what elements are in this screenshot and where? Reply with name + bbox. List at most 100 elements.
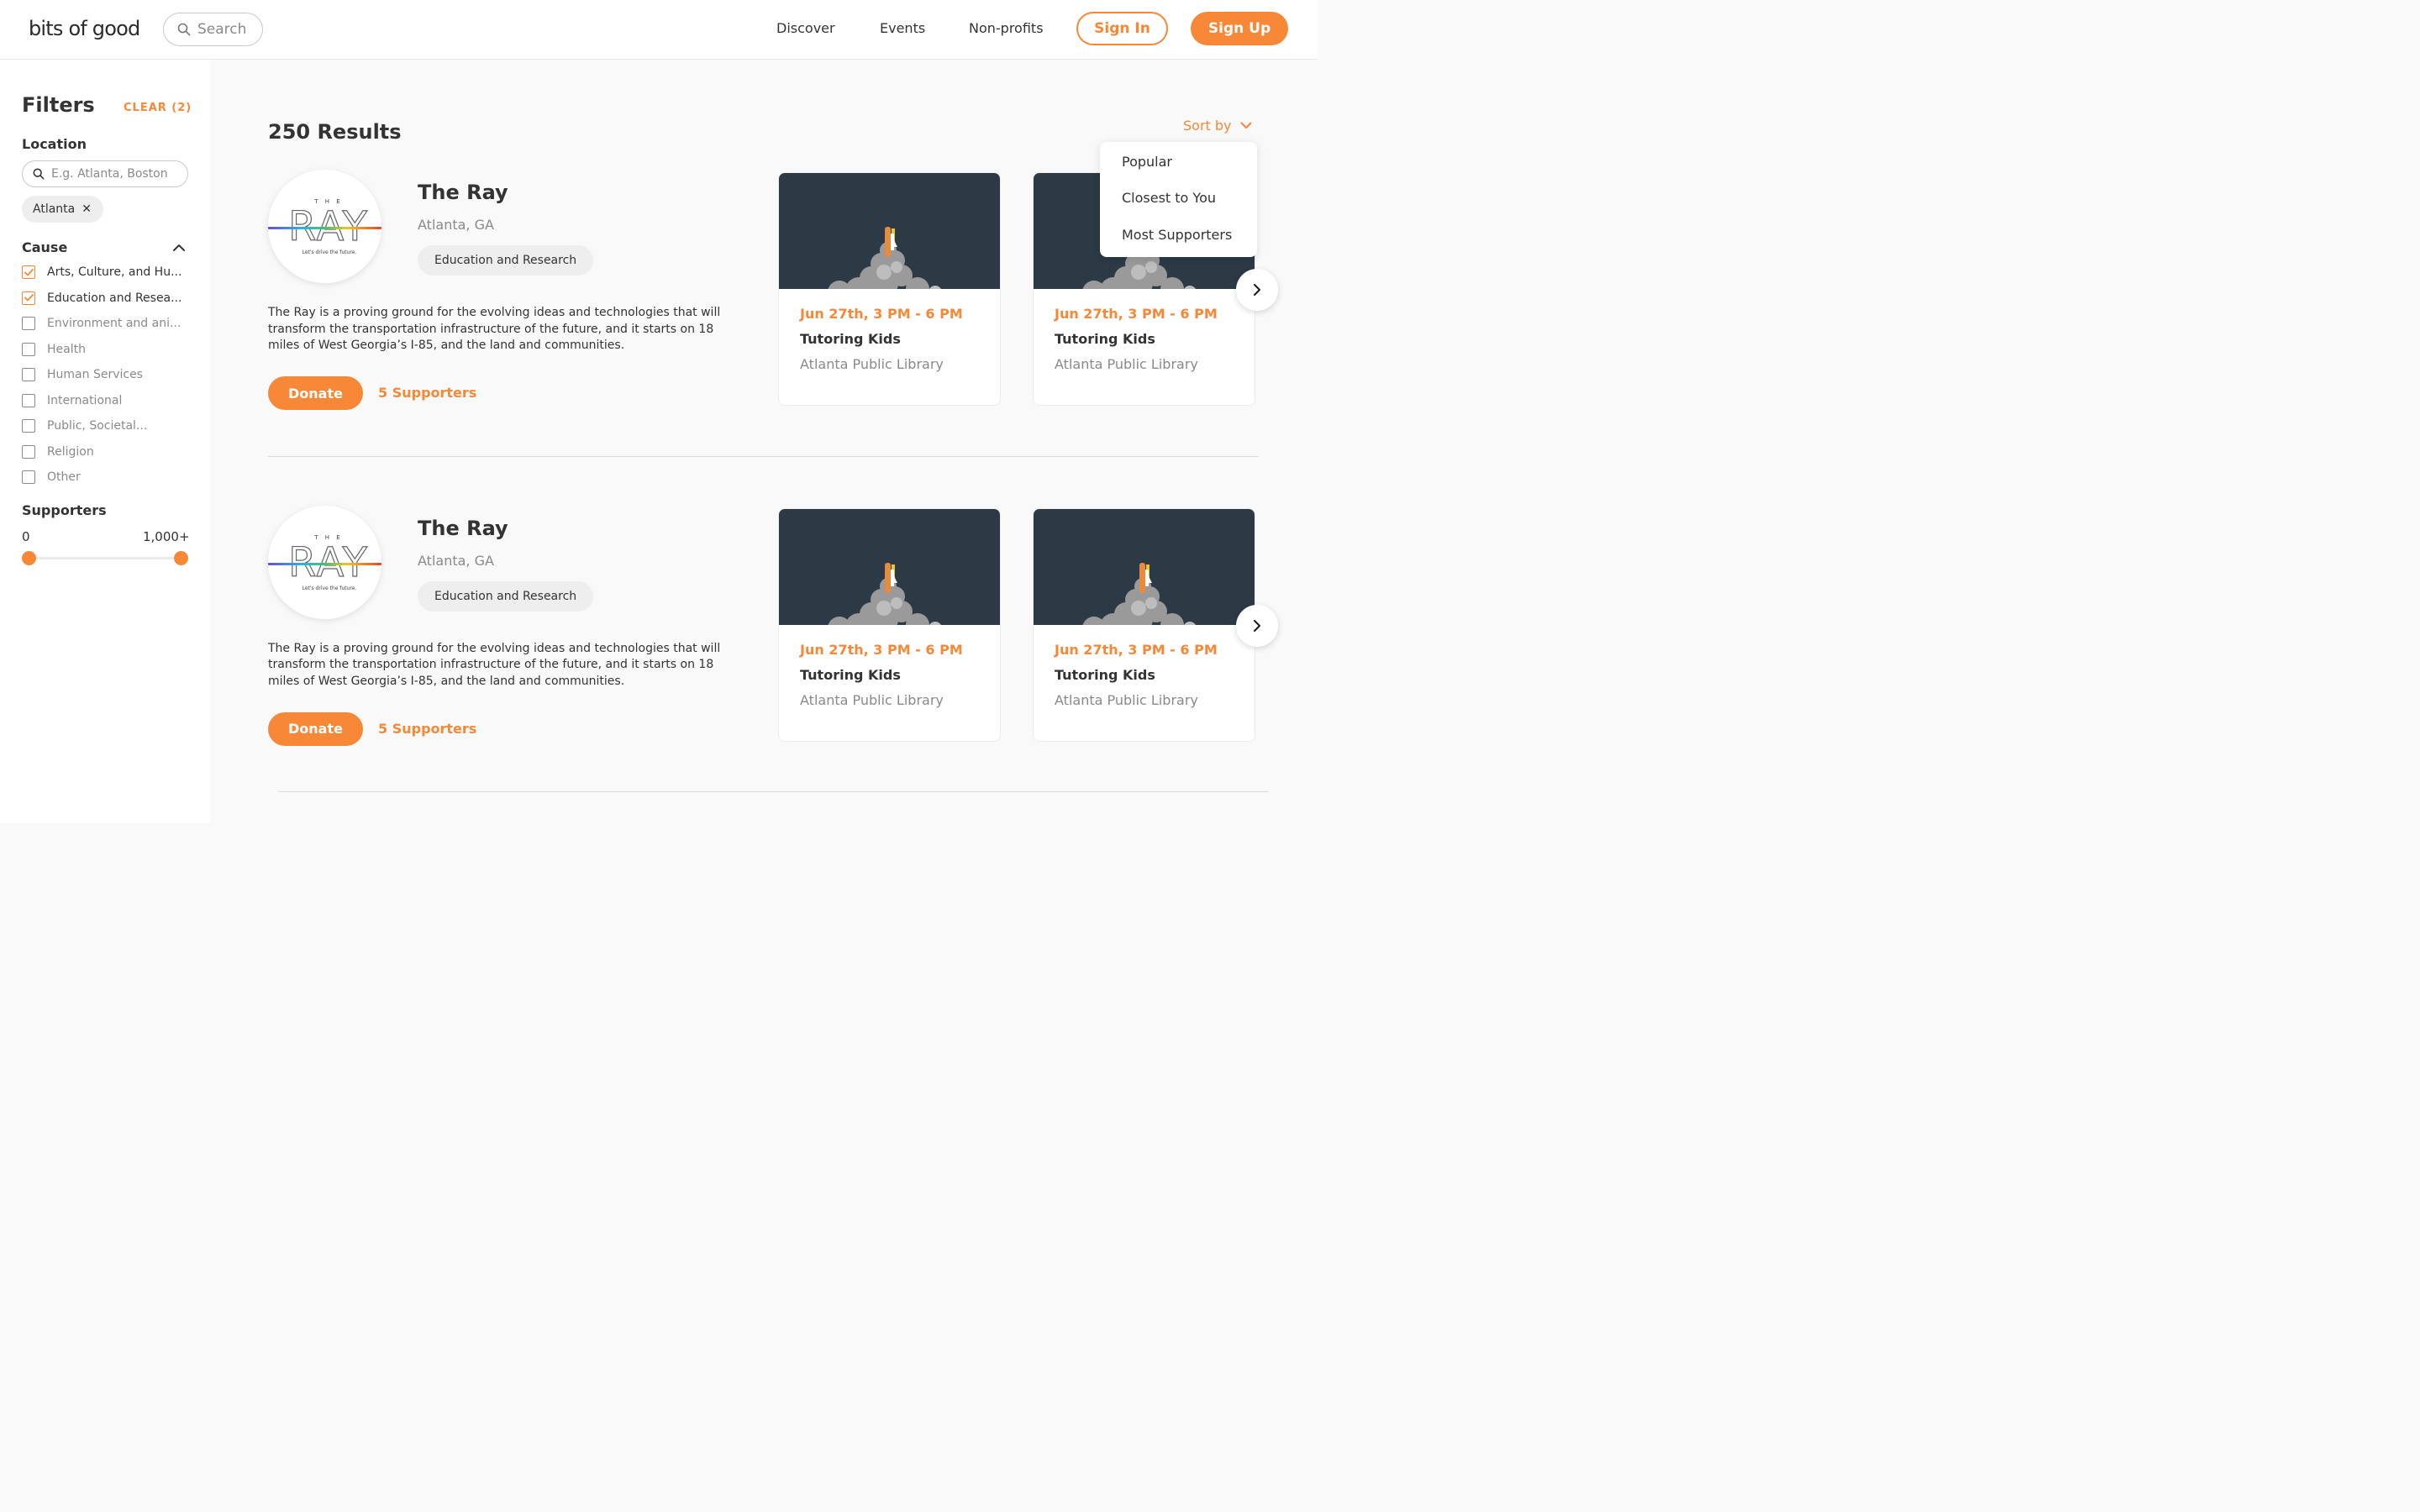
donate-button[interactable]: Donate <box>268 711 363 746</box>
cause-checkbox-row[interactable]: Public, Societal... <box>22 417 147 434</box>
cause-checkbox-row[interactable]: Other <box>22 469 81 486</box>
cause-label: Cause <box>22 239 68 255</box>
close-icon[interactable]: ✕ <box>82 202 92 216</box>
rocket-icon <box>1082 562 1196 625</box>
event-card[interactable]: Jun 27th, 3 PM - 6 PM Tutoring Kids Atlant… <box>1033 507 1255 742</box>
event-location: Atlanta Public Library <box>800 691 944 708</box>
cause-checkbox-row[interactable]: Education and Resea... <box>22 290 182 307</box>
checkbox[interactable] <box>22 291 35 305</box>
event-location: Atlanta Public Library <box>1055 691 1198 708</box>
checkbox[interactable] <box>22 419 35 433</box>
next-events-button[interactable] <box>1236 604 1278 647</box>
event-title: Tutoring Kids <box>800 331 901 347</box>
event-date: Jun 27th, 3 PM - 6 PM <box>1055 641 1218 658</box>
event-location: Atlanta Public Library <box>1055 356 1198 372</box>
top-nav-bar: bits of good Search Discover Events Non-… <box>0 0 1318 60</box>
org-name[interactable]: The Ray <box>418 517 508 540</box>
event-image <box>1034 508 1255 625</box>
sort-option-closest[interactable]: Closest to You <box>1122 190 1216 206</box>
cause-label: Other <box>47 470 81 484</box>
nav-non-profits[interactable]: Non-profits <box>969 20 1044 36</box>
cause-label: Arts, Culture, and Hu... <box>47 265 182 279</box>
supporters-slider-track[interactable] <box>29 557 182 559</box>
rocket-icon <box>828 227 941 289</box>
org-logo[interactable]: T H E RAY Let's drive the future. <box>268 170 381 283</box>
sign-in-button[interactable]: Sign In <box>1076 12 1168 45</box>
cause-label: International <box>47 393 123 407</box>
sign-up-button[interactable]: Sign Up <box>1191 12 1288 45</box>
bits-of-good-logo[interactable]: bits of good <box>29 17 140 40</box>
supporters-link[interactable]: 5 Supporters <box>378 721 476 737</box>
sort-by-label: Sort by <box>1183 118 1232 134</box>
checkbox[interactable] <box>22 317 35 330</box>
chevron-up-icon[interactable] <box>172 244 186 252</box>
location-chip-label: Atlanta <box>33 202 76 216</box>
search-icon <box>33 168 45 180</box>
cause-label: Religion <box>47 444 94 459</box>
sort-by-dropdown[interactable]: Sort by <box>1183 118 1252 134</box>
svg-text:Let's drive the future.: Let's drive the future. <box>302 585 357 591</box>
cause-label: Human Services <box>47 368 143 381</box>
cause-checkbox-row[interactable]: International <box>22 392 122 409</box>
sort-option-popular[interactable]: Popular <box>1122 154 1172 170</box>
org-description: The Ray is a proving ground for the evol… <box>268 641 721 688</box>
event-card[interactable]: Jun 27th, 3 PM - 6 PM Tutoring Kids Atlant… <box>778 172 1001 406</box>
rocket-icon <box>828 562 941 625</box>
event-image <box>779 173 1000 289</box>
range-max-label: 1,000+ <box>143 529 190 544</box>
chevron-right-icon <box>1253 283 1261 297</box>
chevron-right-icon <box>1253 619 1261 632</box>
event-date: Jun 27th, 3 PM - 6 PM <box>800 641 963 658</box>
location-placeholder: E.g. Atlanta, Boston <box>51 167 168 181</box>
checkbox[interactable] <box>22 444 35 459</box>
supporters-label: Supporters <box>22 502 107 518</box>
divider <box>278 791 1269 792</box>
event-location: Atlanta Public Library <box>800 356 944 372</box>
svg-text:Let's drive the future.: Let's drive the future. <box>302 249 357 255</box>
org-logo[interactable]: T H E RAY Let's drive the future. <box>268 505 381 619</box>
search-placeholder: Search <box>197 21 247 38</box>
org-cause-tag: Education and Research <box>418 245 594 276</box>
org-cause-tag: Education and Research <box>418 580 594 612</box>
divider <box>268 456 1259 457</box>
next-events-button[interactable] <box>1236 269 1278 311</box>
supporters-link[interactable]: 5 Supporters <box>378 385 476 401</box>
slider-max-handle[interactable] <box>174 551 188 565</box>
event-image <box>779 508 1000 625</box>
slider-min-handle[interactable] <box>22 551 36 565</box>
org-description: The Ray is a proving ground for the evol… <box>268 306 721 352</box>
sort-option-most-supporters[interactable]: Most Supporters <box>1122 227 1232 243</box>
checkbox[interactable] <box>22 368 35 381</box>
cause-label: Public, Societal... <box>47 419 148 433</box>
event-title: Tutoring Kids <box>800 666 901 683</box>
location-label: Location <box>22 136 87 152</box>
location-chip: Atlanta ✕ <box>22 196 103 223</box>
cause-checkbox-row[interactable]: Religion <box>22 444 94 460</box>
org-location: Atlanta, GA <box>418 217 494 233</box>
cause-checkbox-row[interactable]: Human Services <box>22 366 143 383</box>
cause-checkbox-row[interactable]: Health <box>22 341 86 358</box>
range-min-label: 0 <box>22 529 30 544</box>
checkbox[interactable] <box>22 265 35 279</box>
clear-filters-button[interactable]: CLEAR (2) <box>124 102 192 114</box>
checkbox[interactable] <box>22 393 35 407</box>
event-title: Tutoring Kids <box>1055 666 1155 683</box>
sort-menu: Popular Closest to You Most Supporters <box>1100 142 1257 257</box>
results-count: 250 Results <box>268 120 402 144</box>
location-input[interactable]: E.g. Atlanta, Boston <box>22 160 188 187</box>
event-card[interactable]: Jun 27th, 3 PM - 6 PM Tutoring Kids Atlant… <box>778 507 1001 742</box>
org-name[interactable]: The Ray <box>418 181 508 204</box>
event-title: Tutoring Kids <box>1055 331 1155 347</box>
cause-checkbox-row[interactable]: Arts, Culture, and Hu... <box>22 264 182 281</box>
chevron-down-icon <box>1240 122 1252 129</box>
search-input[interactable]: Search <box>163 13 263 46</box>
nav-discover[interactable]: Discover <box>776 20 835 36</box>
checkmark-icon <box>24 268 34 276</box>
cause-checkbox-row[interactable]: Environment and ani... <box>22 315 181 332</box>
org-location: Atlanta, GA <box>418 552 494 569</box>
donate-button[interactable]: Donate <box>268 376 363 410</box>
checkbox[interactable] <box>22 470 35 484</box>
nav-events[interactable]: Events <box>880 20 925 36</box>
checkmark-icon <box>24 294 34 302</box>
checkbox[interactable] <box>22 342 35 356</box>
